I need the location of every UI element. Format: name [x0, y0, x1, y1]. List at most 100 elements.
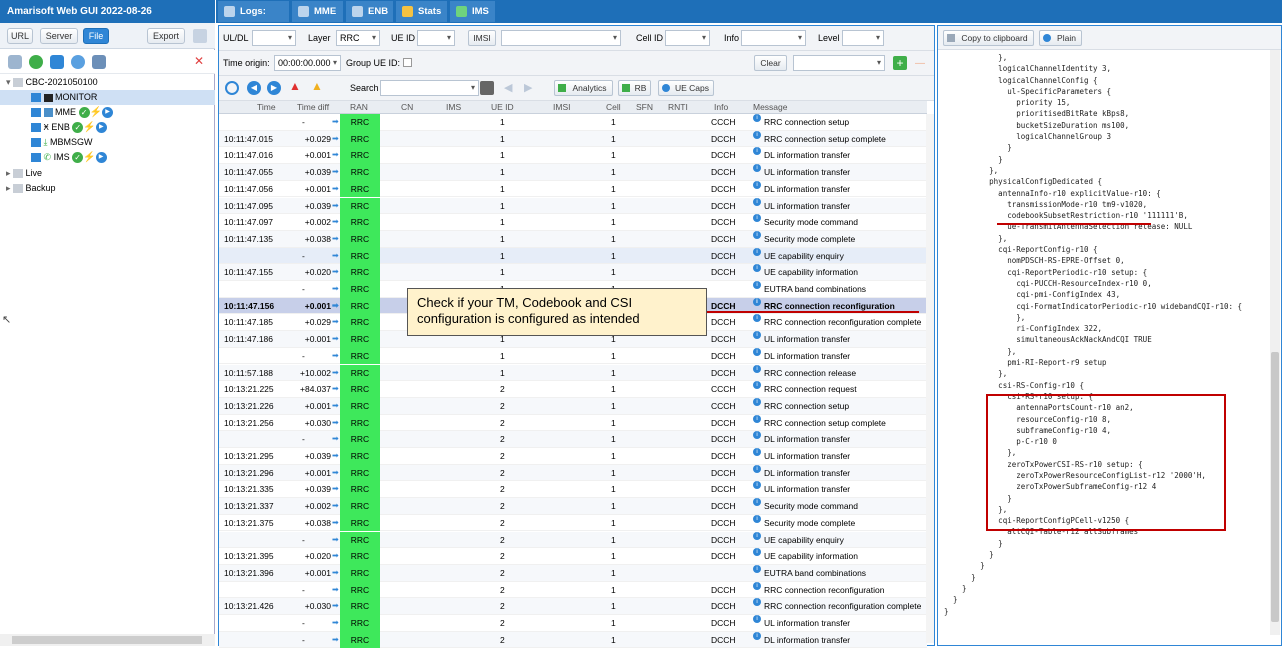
imsi-select[interactable]	[501, 30, 621, 46]
table-row[interactable]: 10:13:21.295 +0.039 ➡ RRC 2 1 DCCH i UL informat…	[219, 448, 927, 465]
ueid-select[interactable]	[417, 30, 455, 46]
table-row[interactable]: 10:11:47.155 +0.020 ➡ RRC 1 1 DCCH i UE capabili…	[219, 264, 927, 281]
tree-backup[interactable]: ▸ Backup	[0, 181, 215, 196]
tab-logs[interactable]: Logs: 2084	[218, 1, 290, 38]
delete-icon[interactable]: ✕	[194, 54, 204, 68]
table-row[interactable]: - ➡ RRC 1 1 CCCH i RRC connection setup	[219, 114, 927, 131]
refresh-icon[interactable]	[50, 55, 64, 69]
col-ran[interactable]: RAN	[350, 102, 368, 112]
time-origin-input[interactable]: 00:00:00.000	[274, 55, 341, 71]
next-match-icon[interactable]: ▶	[524, 81, 532, 94]
left-hscroll-thumb[interactable]	[12, 636, 202, 644]
col-sfn[interactable]: SFN	[636, 102, 653, 112]
level-select[interactable]	[842, 30, 884, 46]
table-row[interactable]: - ➡ RRC 1 1 DCCH i DL information transfer	[219, 347, 927, 365]
table-row[interactable]: 10:13:21.296 +0.001 ➡ RRC 2 1 DCCH i DL informat…	[219, 464, 927, 482]
table-row[interactable]: 10:13:21.375 +0.038 ➡ RRC 2 1 DCCH i Security mo…	[219, 514, 927, 532]
preset-select[interactable]	[793, 55, 885, 71]
table-row[interactable]: 10:11:47.095 +0.039 ➡ RRC 1 1 DCCH i UL informat…	[219, 197, 927, 215]
table-row[interactable]: 10:13:21.426 +0.030 ➡ RRC 2 1 DCCH i RRC connect…	[219, 598, 927, 615]
rb-button[interactable]: RB	[618, 80, 651, 96]
tree-root[interactable]: ▾ CBC-2021050100	[0, 75, 215, 90]
col-ue-id[interactable]: UE ID	[491, 102, 514, 112]
table-row[interactable]: 10:11:47.056 +0.001 ➡ RRC 1 1 DCCH i DL informat…	[219, 180, 927, 198]
upload-icon[interactable]	[92, 55, 106, 69]
col-time-diff[interactable]: Time diff	[297, 102, 329, 112]
table-row[interactable]: - ➡ RRC 2 1 DCCH i RRC connection reconfigurati…	[219, 581, 927, 599]
table-row[interactable]: 10:13:21.335 +0.039 ➡ RRC 2 1 DCCH i UL informat…	[219, 481, 927, 499]
col-info[interactable]: Info	[714, 102, 728, 112]
table-row[interactable]: - ➡ RRC 2 1 DCCH i UL information transfer	[219, 615, 927, 632]
col-cell[interactable]: Cell	[606, 102, 621, 112]
col-rnti[interactable]: RNTI	[668, 102, 688, 112]
tree-item-monitor[interactable]: MONITOR	[0, 90, 215, 105]
col-imsi[interactable]: IMSI	[553, 102, 570, 112]
col-time[interactable]: Time	[257, 102, 276, 112]
table-row[interactable]: 10:13:21.256 +0.030 ➡ RRC 2 1 DCCH i RRC connect…	[219, 414, 927, 432]
table-row[interactable]: - ➡ RRC 2 1 DCCH i UE capability enquiry	[219, 531, 927, 549]
settings-icon[interactable]	[193, 29, 207, 43]
uecaps-button[interactable]: UE Caps	[658, 80, 714, 96]
detail-vscroll-thumb[interactable]	[1271, 352, 1279, 622]
url-button[interactable]: URL	[7, 28, 33, 44]
table-row[interactable]: 10:11:47.016 +0.001 ➡ RRC 1 1 DCCH i DL informat…	[219, 147, 927, 165]
binoculars-icon[interactable]	[480, 81, 494, 95]
uldl-select[interactable]	[252, 30, 296, 46]
group-ueid-checkbox[interactable]	[403, 58, 412, 67]
table-row[interactable]: 10:13:21.395 +0.020 ➡ RRC 2 1 DCCH i UE capabili…	[219, 548, 927, 565]
search-input[interactable]	[380, 80, 479, 96]
clear-button[interactable]: Clear	[754, 55, 787, 71]
col-message[interactable]: Message	[753, 102, 788, 112]
table-row[interactable]: 10:11:47.135 +0.038 ➡ RRC 1 1 DCCH i Security mo…	[219, 230, 927, 248]
imsi-button[interactable]: IMSI	[468, 30, 496, 46]
remove-icon[interactable]: —	[915, 58, 925, 69]
file-button[interactable]: File	[83, 28, 109, 44]
info-select[interactable]	[741, 30, 806, 46]
table-row[interactable]: 10:11:47.097 +0.002 ➡ RRC 1 1 DCCH i Security mo…	[219, 214, 927, 231]
col-cn[interactable]: CN	[401, 102, 413, 112]
tree-item-enb[interactable]: Ӿ ENB ✓ ⚡ ▶	[0, 120, 215, 135]
analytics-button[interactable]: Analytics	[554, 80, 613, 96]
tree-live[interactable]: ▸ Live	[0, 166, 215, 181]
server-button[interactable]: Server	[40, 28, 78, 44]
prev-match-icon[interactable]: ◀	[504, 81, 512, 94]
plain-button[interactable]: Plain	[1039, 30, 1082, 46]
table-row[interactable]: 10:13:21.226 +0.001 ➡ RRC 2 1 CCCH i RRC connect…	[219, 397, 927, 415]
copy-clipboard-button[interactable]: Copy to clipboard	[943, 30, 1034, 46]
uldl-label: UL/DL	[223, 33, 249, 43]
table-vscrollbar[interactable]	[926, 114, 934, 643]
tab-mme[interactable]: MME	[292, 1, 344, 22]
previous-icon[interactable]: ◀	[247, 81, 261, 95]
clock-icon[interactable]	[225, 81, 239, 95]
play-icon[interactable]: ▶	[102, 107, 113, 119]
tree-item-ims[interactable]: ✆ IMS ✓ ⚡ ▶	[0, 150, 215, 165]
next-icon[interactable]: ▶	[267, 81, 281, 95]
add-icon[interactable]: +	[893, 56, 907, 70]
tab-stats[interactable]: Stats	[396, 1, 448, 22]
cell-time: 10:13:21.226	[224, 400, 274, 411]
cell-cell: 1	[611, 501, 616, 512]
wrench-icon[interactable]	[8, 55, 22, 69]
check-icon[interactable]	[29, 55, 43, 69]
table-row[interactable]: 10:11:57.188 +10.002 ➡ RRC 1 1 DCCH i RRC connec…	[219, 364, 927, 382]
table-row[interactable]: 10:11:47.015 +0.029 ➡ RRC 1 1 DCCH i RRC connect…	[219, 130, 927, 148]
table-row[interactable]: 10:11:47.055 +0.039 ➡ RRC 1 1 DCCH i UL informat…	[219, 164, 927, 181]
tree-item-mbmsgw[interactable]: ⤓ MBMSGW	[0, 135, 215, 150]
layer-select[interactable]: RRC	[336, 30, 380, 46]
table-row[interactable]: 10:13:21.225 +84.037 ➡ RRC 2 1 CCCH i RRC connec…	[219, 381, 927, 398]
cellid-select[interactable]	[665, 30, 710, 46]
export-button[interactable]: Export	[147, 28, 185, 44]
info-icon[interactable]	[71, 55, 85, 69]
tab-enb[interactable]: ENB	[346, 1, 394, 22]
table-row[interactable]: 10:13:21.337 +0.002 ➡ RRC 2 1 DCCH i Security mo…	[219, 498, 927, 515]
tree-item-mme[interactable]: MME ✓ ⚡ ▶	[0, 105, 215, 120]
warning-icon[interactable]: ▲	[311, 79, 323, 93]
table-row[interactable]: - ➡ RRC 2 1 DCCH i DL information transfer	[219, 431, 927, 448]
play-icon[interactable]: ▶	[95, 152, 107, 164]
table-row[interactable]: - ➡ RRC 1 1 DCCH i UE capability enquiry	[219, 247, 927, 265]
error-icon[interactable]: ▲	[289, 79, 301, 93]
play-icon[interactable]: ▶	[95, 122, 107, 134]
tab-ims[interactable]: IMS	[450, 1, 496, 22]
col-ims[interactable]: IMS	[446, 102, 461, 112]
table-row[interactable]: 10:13:21.396 +0.001 ➡ RRC 2 1 i EUTRA band comb…	[219, 564, 927, 582]
